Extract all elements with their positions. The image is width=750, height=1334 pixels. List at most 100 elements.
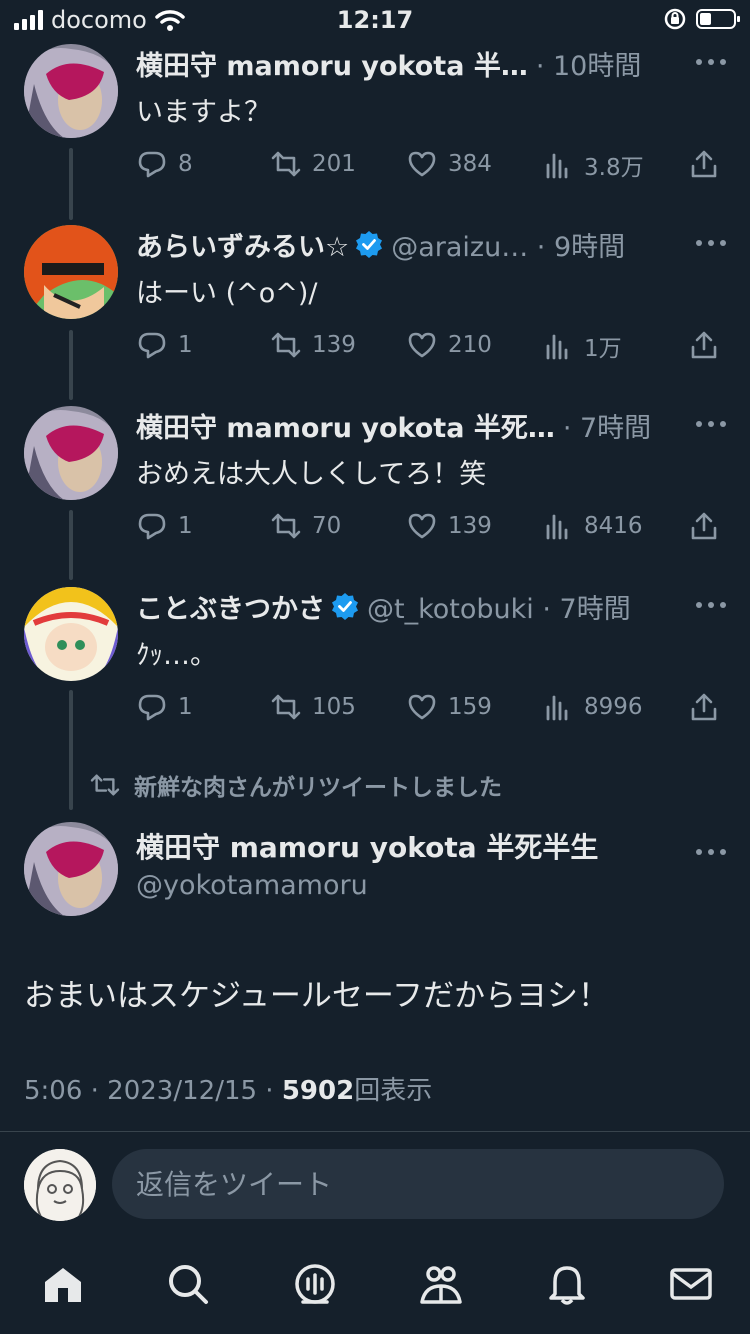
reply-icon [138,151,166,178]
share-icon [691,693,717,721]
tab-bar [0,1250,750,1320]
views-icon [546,153,568,179]
more-options-icon[interactable] [696,231,726,255]
more-options-icon[interactable] [696,412,726,436]
search-icon[interactable] [164,1260,212,1308]
tweet-timestamp: 5:06 · 2023/12/15 · [24,1076,274,1106]
reply-input[interactable] [112,1149,724,1219]
retweet-button[interactable]: 105 [270,691,356,723]
avatar[interactable] [24,822,118,916]
views-button[interactable]: 3.8万 [542,148,644,182]
more-options-icon[interactable] [696,50,726,74]
author-name[interactable]: 横田守 mamoru yokota 半死半生 [136,826,598,866]
view-count: 8416 [584,513,643,539]
tweet-meta: · 10時間 [535,50,642,82]
like-button[interactable]: 384 [406,148,492,180]
reply-count: 1 [178,332,193,358]
tweet-actions: 1 70 139 8416 [136,510,726,554]
home-icon[interactable] [39,1260,87,1308]
thread-tweet[interactable]: 横田守 mamoru yokota 半死… · 7時間おめえは大人しくしてろ！笑 1… [0,402,750,572]
views-button[interactable]: 8996 [542,691,643,723]
heart-icon [408,151,436,177]
retweet-count: 70 [312,513,342,539]
reply-button[interactable]: 8 [136,148,193,180]
reply-button[interactable]: 1 [136,510,193,542]
share-button[interactable] [688,510,720,542]
verified-badge-icon [355,230,383,258]
reply-button[interactable]: 1 [136,329,193,361]
view-count[interactable]: 5902 [282,1076,354,1106]
retweet-button[interactable]: 70 [270,510,341,542]
reply-count: 8 [178,151,193,177]
tweet-actions: 8 201 384 3.8万 [136,148,726,192]
tweet-header: 横田守 mamoru yokota 半… · 10時間 [136,40,726,86]
share-icon [691,331,717,359]
retweet-icon [90,774,120,796]
avatar[interactable] [24,406,118,500]
author-handle[interactable]: @yokotamamoru [136,870,368,901]
reply-count: 1 [178,694,193,720]
tweet-meta: 5:06 · 2023/12/15 · 5902回表示 [24,1070,432,1107]
messages-icon[interactable] [667,1260,715,1308]
more-options-icon[interactable] [696,840,726,864]
retweet-icon [271,151,301,177]
views-icon [546,514,568,540]
tweet-text: ｸｯ…。 [136,640,217,671]
retweet-count: 201 [312,151,356,177]
reply-button[interactable]: 1 [136,691,193,723]
like-button[interactable]: 139 [406,510,492,542]
my-avatar[interactable] [24,1149,96,1221]
tweet-actions: 1 139 210 1万 [136,329,726,373]
tweet-header: ことぶきつかさ @t_kotobuki · 7時間 [136,583,726,629]
tweet-header: あらいずみるい☆ @araizu… · 9時間 [136,221,726,267]
more-options-icon[interactable] [696,593,726,617]
retweet-icon [271,332,301,358]
view-count-label: 回表示 [354,1076,433,1106]
like-button[interactable]: 210 [406,329,492,361]
like-count: 384 [448,151,492,177]
author-name[interactable]: 横田守 mamoru yokota 半… [136,44,528,83]
views-button[interactable]: 8416 [542,510,643,542]
avatar[interactable] [24,44,118,138]
author-name[interactable]: あらいずみるい☆ [136,225,349,264]
share-icon [691,512,717,540]
share-button[interactable] [688,329,720,361]
reply-count: 1 [178,513,193,539]
thread-tweet[interactable]: あらいずみるい☆ @araizu… · 9時間 はーい (^o^)/1 139 210 1… [0,221,750,391]
retweet-banner-text: 新鮮な肉さんがリツイートしました [134,775,502,801]
author-name[interactable]: ことぶきつかさ [136,587,325,626]
view-count: 3.8万 [584,155,644,181]
orientation-lock-icon [664,8,686,30]
verified-badge-icon [331,592,359,620]
view-count: 8996 [584,694,643,720]
heart-icon [408,332,436,358]
tweet-actions: 1 105 159 8996 [136,691,726,735]
tweet-header: 横田守 mamoru yokota 半死… · 7時間 [136,402,726,448]
heart-icon [408,694,436,720]
tweet-text: おめえは大人しくしてろ！笑 [136,459,487,490]
tweet-text: いますよ？ [136,97,271,128]
like-button[interactable]: 159 [406,691,492,723]
share-button[interactable] [688,148,720,180]
thread-tweet[interactable]: 横田守 mamoru yokota 半… · 10時間いますよ？ 8 201 384 3.… [0,40,750,210]
views-button[interactable]: 1万 [542,329,622,363]
retweet-count: 139 [312,332,356,358]
reply-icon [138,513,166,540]
notifications-icon[interactable] [543,1260,591,1308]
retweet-button[interactable]: 201 [270,148,356,180]
share-button[interactable] [688,691,720,723]
thread-tweet[interactable]: ことぶきつかさ @t_kotobuki · 7時間 ｸｯ…。 1 105 159 8996 [0,583,750,753]
tweet-text: はーい (^o^)/ [136,278,318,309]
avatar[interactable] [24,225,118,319]
like-count: 210 [448,332,492,358]
reply-icon [138,694,166,721]
like-count: 139 [448,513,492,539]
communities-icon[interactable] [417,1260,465,1308]
spaces-icon[interactable] [291,1260,339,1308]
avatar[interactable] [24,587,118,681]
retweet-icon [271,513,301,539]
tweet-meta: @araizu… · 9時間 [391,231,626,263]
retweet-button[interactable]: 139 [270,329,356,361]
author-name[interactable]: 横田守 mamoru yokota 半死… [136,406,555,445]
divider [0,1131,750,1132]
